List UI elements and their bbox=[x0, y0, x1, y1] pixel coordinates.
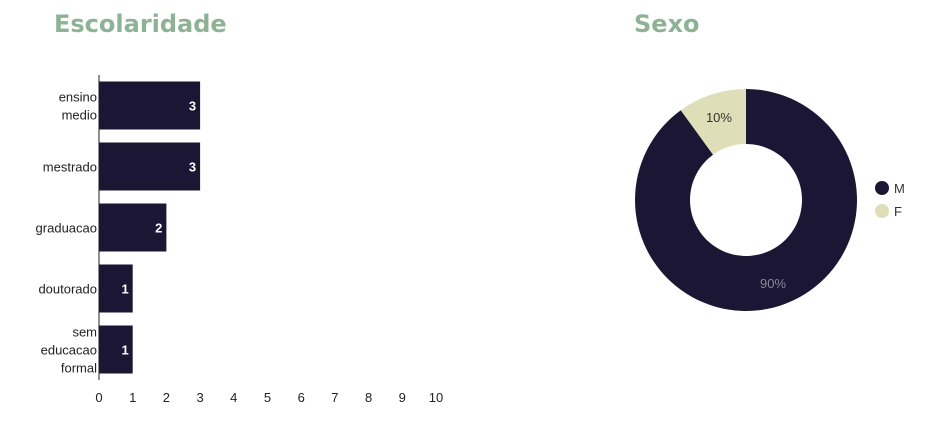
bar-value-label: 3 bbox=[189, 160, 196, 175]
category-label: mestrado bbox=[43, 160, 97, 175]
bar bbox=[99, 142, 201, 191]
escolaridade-bar-chart: 3 ensino medio 3 mestrado 2 graduacao 1 doutorad… bbox=[36, 75, 443, 405]
x-tick-label: 6 bbox=[298, 390, 305, 405]
x-tick-label: 0 bbox=[95, 390, 102, 405]
x-tick-label: 2 bbox=[163, 390, 170, 405]
bar-value-label: 2 bbox=[155, 221, 162, 236]
x-tick-label: 8 bbox=[365, 390, 372, 405]
slice-value-label: 10% bbox=[706, 110, 732, 125]
legend-swatch bbox=[875, 204, 889, 218]
bar-value-label: 3 bbox=[189, 99, 196, 114]
x-tick-label: 5 bbox=[264, 390, 271, 405]
legend-label: F bbox=[894, 204, 902, 219]
category-label: sem educacao formal bbox=[41, 325, 97, 376]
x-tick-label: 7 bbox=[331, 390, 338, 405]
legend-label: M bbox=[894, 181, 905, 196]
bar-value-label: 1 bbox=[121, 282, 128, 297]
x-tick-label: 4 bbox=[230, 390, 237, 405]
legend-swatch bbox=[875, 181, 889, 195]
bar-value-label: 1 bbox=[121, 343, 128, 358]
slice-value-label: 90% bbox=[760, 276, 786, 291]
x-tick-label: 1 bbox=[129, 390, 136, 405]
charts-canvas: 3 ensino medio 3 mestrado 2 graduacao 1 doutorad… bbox=[36, 75, 905, 405]
category-label: doutorado bbox=[38, 282, 97, 297]
category-label: graduacao bbox=[36, 221, 97, 236]
bar bbox=[99, 81, 201, 130]
category-label: ensino medio bbox=[59, 90, 97, 123]
sexo-donut-chart: 90% 10% MF bbox=[635, 89, 905, 311]
x-tick-label: 3 bbox=[196, 390, 203, 405]
x-tick-label: 10 bbox=[429, 390, 443, 405]
x-tick-label: 9 bbox=[399, 390, 406, 405]
